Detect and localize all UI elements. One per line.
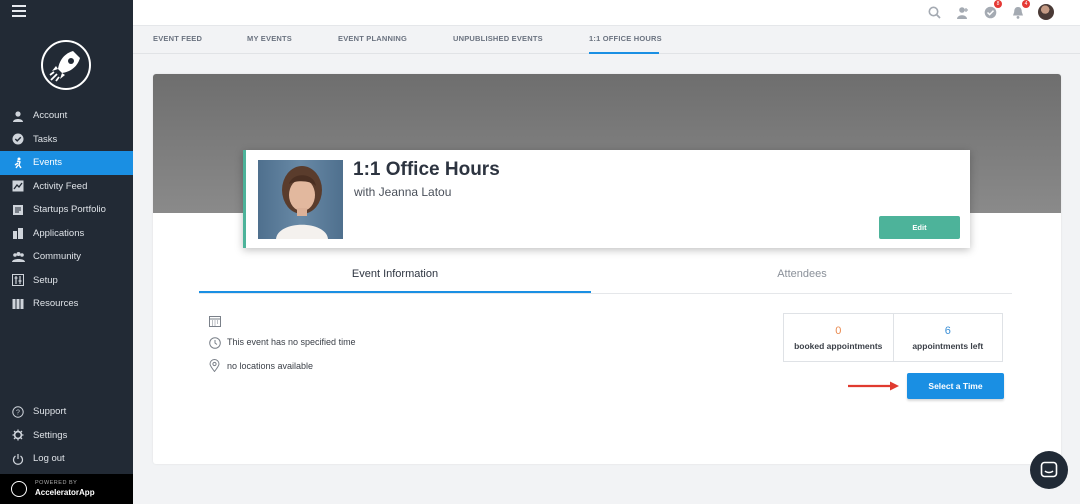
- event-title: 1:1 Office Hours: [353, 159, 500, 180]
- booked-count: 0: [835, 324, 842, 337]
- tab-event-feed[interactable]: EVENT FEED: [153, 34, 202, 43]
- tab-attendees[interactable]: Attendees: [606, 268, 998, 280]
- top-bar: 8 4: [133, 0, 1080, 26]
- notification-badge: 4: [1022, 0, 1030, 8]
- sidebar-item-community[interactable]: Community: [0, 245, 133, 269]
- event-time-text: This event has no specified time: [227, 337, 356, 347]
- tab-event-information[interactable]: Event Information: [199, 268, 591, 280]
- event-host: with Jeanna Latou: [354, 185, 452, 199]
- applications-icon: [11, 226, 25, 240]
- activity-icon: [11, 179, 25, 193]
- red-arrow-icon: [848, 381, 899, 391]
- sidebar-item-label: Tasks: [33, 133, 58, 145]
- check-circle-icon: [11, 132, 25, 146]
- host-card: 1:1 Office Hours with Jeanna Latou Edit: [243, 150, 970, 248]
- sidebar-item-label: Resources: [33, 298, 79, 310]
- sidebar-item-label: Applications: [33, 227, 85, 239]
- sidebar-nav: Account Tasks Events Activity Feed Start…: [0, 104, 133, 316]
- tab-office-hours[interactable]: 1:1 OFFICE HOURS: [589, 34, 662, 43]
- notification-badge: 8: [994, 0, 1002, 8]
- active-tab-indicator: [589, 52, 659, 54]
- location-pin-icon: [208, 359, 221, 372]
- tab-my-events[interactable]: MY EVENTS: [247, 34, 292, 43]
- sidebar-item-applications[interactable]: Applications: [0, 222, 133, 246]
- sidebar-item-resources[interactable]: Resources: [0, 292, 133, 316]
- search-icon[interactable]: [926, 4, 942, 20]
- sidebar-item-settings[interactable]: Settings: [0, 424, 133, 448]
- sidebar-item-support[interactable]: ? Support: [0, 400, 133, 424]
- rocket-logo-icon[interactable]: [41, 40, 91, 90]
- sidebar-item-label: Account: [33, 110, 68, 122]
- booked-label: booked appointments: [794, 340, 883, 351]
- avatar[interactable]: [1038, 4, 1054, 20]
- powered-by-label: POWERED BY: [35, 480, 78, 487]
- sidebar-item-label: Activity Feed: [33, 180, 88, 192]
- add-user-icon[interactable]: [954, 4, 970, 20]
- resources-icon: [11, 297, 25, 311]
- sidebar-item-logout[interactable]: Log out: [0, 447, 133, 471]
- help-icon: ?: [11, 405, 25, 419]
- select-time-button[interactable]: Select a Time: [907, 373, 1004, 399]
- sidebar-item-label: Settings: [33, 429, 68, 441]
- clock-icon: [208, 336, 221, 349]
- user-icon: [11, 109, 25, 123]
- events-icon: [11, 156, 25, 170]
- sidebar-item-setup[interactable]: Setup: [0, 269, 133, 293]
- sidebar-item-label: Community: [33, 251, 82, 263]
- sidebar-item-activity-feed[interactable]: Activity Feed: [0, 175, 133, 199]
- host-photo: [258, 160, 343, 239]
- menu-icon[interactable]: [12, 5, 26, 19]
- appointments-left-stat: 6 appointments left: [892, 314, 1003, 361]
- portfolio-icon: [11, 203, 25, 217]
- sidebar-item-label: Setup: [33, 274, 58, 286]
- left-count: 6: [944, 324, 951, 337]
- sidebar-item-tasks[interactable]: Tasks: [0, 128, 133, 152]
- active-tab-indicator: [199, 291, 591, 293]
- calendar-icon: [208, 314, 221, 327]
- gear-icon: [11, 428, 25, 442]
- community-icon: [11, 250, 25, 264]
- booked-appointments-stat: 0 booked appointments: [784, 314, 893, 361]
- appointment-stats: 0 booked appointments 6 appointments lef…: [783, 313, 1003, 362]
- event-tabs: Event Information Attendees: [199, 266, 1012, 294]
- bell-icon[interactable]: 4: [1010, 0, 1030, 20]
- power-icon: [11, 452, 25, 466]
- edit-button[interactable]: Edit: [879, 216, 960, 239]
- svg-text:?: ?: [16, 409, 20, 416]
- sidebar-bottom-nav: ? Support Settings Log out: [0, 400, 133, 471]
- brand-name: AcceleratorApp: [35, 487, 95, 497]
- left-label: appointments left: [912, 340, 984, 351]
- tab-event-planning[interactable]: EVENT PLANNING: [338, 34, 407, 43]
- tasks-notification-icon[interactable]: 8: [982, 0, 1002, 20]
- event-subtabs: EVENT FEED MY EVENTS EVENT PLANNING UNPU…: [133, 26, 1080, 54]
- setup-icon: [11, 273, 25, 287]
- sidebar-item-events[interactable]: Events: [0, 151, 133, 175]
- sidebar-item-startups-portfolio[interactable]: Startups Portfolio: [0, 198, 133, 222]
- chat-icon[interactable]: [1030, 451, 1068, 489]
- sidebar: Account Tasks Events Activity Feed Start…: [0, 0, 133, 504]
- event-location-text: no locations available: [227, 361, 314, 371]
- powered-by-footer: POWERED BY AcceleratorApp: [0, 474, 133, 504]
- sidebar-item-label: Startups Portfolio: [33, 204, 106, 216]
- sidebar-item-label: Log out: [33, 453, 65, 465]
- sidebar-item-account[interactable]: Account: [0, 104, 133, 128]
- sidebar-item-label: Support: [33, 406, 67, 418]
- tab-unpublished-events[interactable]: UNPUBLISHED EVENTS: [453, 34, 543, 43]
- brand-logo-icon: [11, 481, 27, 497]
- sidebar-item-label: Events: [33, 157, 63, 169]
